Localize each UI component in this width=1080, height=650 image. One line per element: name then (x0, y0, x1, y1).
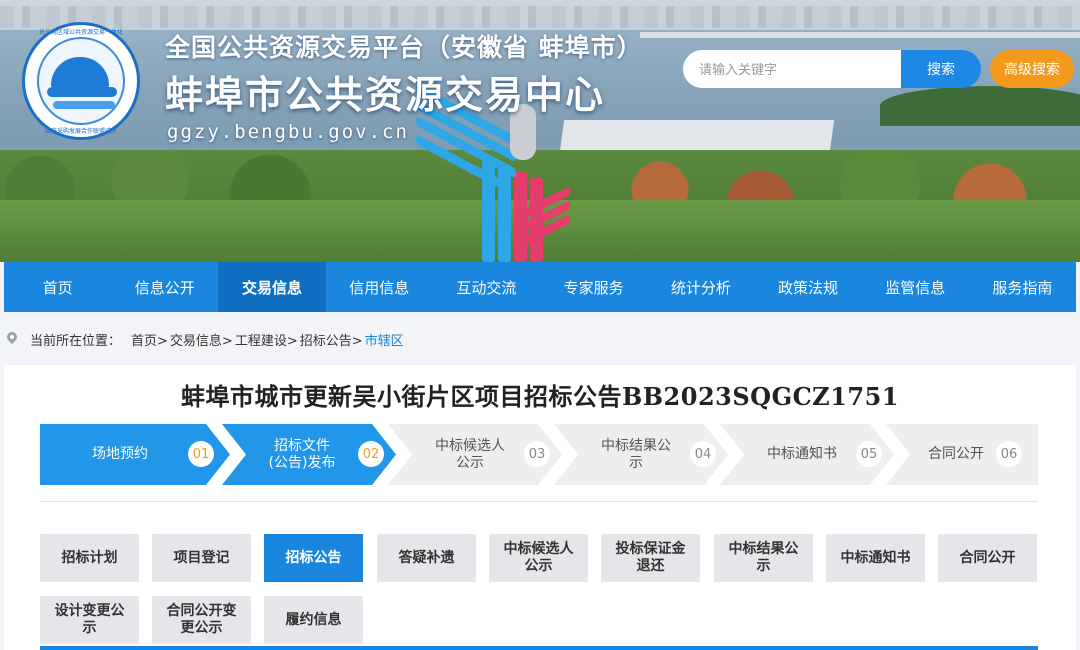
step-4-label-line1: 中标结果公 (601, 437, 671, 454)
tab-label: 项目登记 (173, 549, 230, 566)
main-nav: 首页 信息公开 交易信息 信用信息 互动交流 专家服务 统计分析 政策法规 监管… (4, 262, 1076, 312)
breadcrumb: 当前所在位置： 首页> 交易信息> 工程建设> 招标公告> 市辖区 (4, 322, 406, 356)
step-2-label-line2: (公告)发布 (268, 454, 336, 471)
nav-item-credit-info[interactable]: 信用信息 (326, 262, 433, 312)
site-title: 蚌埠市公共资源交易中心 (165, 73, 606, 117)
step-2-number: 02 (358, 441, 384, 467)
tab-bottom-border (40, 646, 1038, 650)
breadcrumb-prefix: 当前所在位置： (30, 333, 122, 349)
location-pin-icon (6, 332, 20, 346)
tab-label-line2: 退还 (636, 558, 665, 574)
page-title: 蚌埠市城市更新吴小街片区项目招标公告BB2023SQGCZ1751 (180, 382, 900, 411)
step-5-number: 05 (856, 441, 882, 467)
tab-project-registration[interactable]: 项目登记 (152, 534, 251, 582)
search-button[interactable]: 搜索 (901, 50, 981, 88)
process-step-labels: 场地预约 01 招标文件 (公告)发布 02 中标候选人 公示 03 中标结果公… (40, 424, 1038, 485)
nav-item-supervision[interactable]: 监管信息 (862, 262, 969, 312)
logo-text-bottom: 政府采购发展合作联盟成员 (44, 128, 117, 135)
logo-emblem (37, 37, 125, 125)
tab-label: 答疑补遗 (398, 549, 455, 566)
nav-item-expert-service[interactable]: 专家服务 (540, 262, 647, 312)
nav-item-statistics[interactable]: 统计分析 (647, 262, 754, 312)
nav-item-service-guide[interactable]: 服务指南 (969, 262, 1076, 312)
tab-candidate-notice[interactable]: 中标候选人 公示 (489, 534, 588, 582)
site-logo[interactable]: 长三角区域公共资源交易一体化 政府采购发展合作联盟成员 (22, 22, 140, 140)
step-5-label: 中标通知书 (767, 446, 837, 462)
tree-island (880, 86, 1080, 126)
tab-label: 履约信息 (285, 611, 342, 628)
step-candidate-notice: 中标候选人 公示 03 (388, 424, 550, 485)
blue-red-sculpture (410, 83, 580, 262)
site-url: ggzy.bengbu.gov.cn (167, 121, 409, 143)
breadcrumb-tender-notice[interactable]: 招标公告> (300, 330, 363, 349)
nav-item-info-disclosure[interactable]: 信息公开 (111, 262, 218, 312)
step-result-notice: 中标结果公 示 04 (554, 424, 716, 485)
step-3-label-line2: 公示 (456, 454, 484, 471)
content-card: 蚌埠市城市更新吴小街片区项目招标公告BB2023SQGCZ1751 场地预约 0… (4, 365, 1076, 650)
nav-item-home[interactable]: 首页 (4, 262, 111, 312)
step-venue-booking: 场地预约 01 (40, 424, 214, 485)
site-subtitle: 全国公共资源交易平台（安徽省 蚌埠市） (165, 33, 643, 62)
tab-label: 招标公告 (285, 549, 342, 566)
tab-award-letter[interactable]: 中标通知书 (826, 534, 925, 582)
tab-label-line1: 合同公开变 (166, 603, 237, 619)
step-3-number: 03 (524, 441, 550, 467)
step-award-letter: 中标通知书 05 (720, 424, 882, 485)
step-contract-disclosure: 合同公开 06 (886, 424, 1038, 485)
logo-text-top: 长三角区域公共资源交易一体化 (38, 29, 123, 36)
breadcrumb-home[interactable]: 首页> (131, 330, 168, 349)
city-skyline (0, 6, 1080, 28)
tab-tender-notice[interactable]: 招标公告 (264, 534, 363, 582)
section-divider (40, 501, 1038, 502)
tab-label-line2: 示 (82, 620, 97, 636)
tab-label: 中标通知书 (840, 549, 911, 566)
tab-label-line1: 设计变更公 (54, 603, 125, 619)
header-banner: 长三角区域公共资源交易一体化 政府采购发展合作联盟成员 全国公共资源交易平台（安… (0, 0, 1080, 262)
tab-label: 招标计划 (61, 549, 118, 566)
tab-label: 合同公开 (959, 549, 1016, 566)
tab-label-line1: 中标候选人 (503, 541, 574, 557)
step-4-label-line2: 示 (629, 454, 643, 471)
breadcrumb-engineering[interactable]: 工程建设> (235, 330, 298, 349)
step-4-number: 04 (690, 441, 716, 467)
tab-tender-plan[interactable]: 招标计划 (40, 534, 139, 582)
step-6-number: 06 (996, 441, 1022, 467)
tab-result-notice[interactable]: 中标结果公 示 (714, 534, 813, 582)
tab-contract-change-notice[interactable]: 合同公开变 更公示 (152, 596, 251, 644)
breadcrumb-trade-info[interactable]: 交易信息> (170, 330, 233, 349)
search-input[interactable] (683, 50, 901, 88)
breadcrumb-current[interactable]: 市辖区 (365, 330, 404, 349)
nav-item-policy[interactable]: 政策法规 (754, 262, 861, 312)
step-6-label: 合同公开 (928, 446, 984, 462)
tab-contract-disclosure[interactable]: 合同公开 (938, 534, 1037, 582)
tab-label-line1: 中标结果公 (728, 541, 799, 557)
bridge (640, 32, 1080, 38)
tab-label-line2: 示 (756, 558, 771, 574)
tab-label-line1: 投标保证金 (615, 541, 686, 557)
tab-label-line2: 公示 (524, 558, 553, 574)
advanced-search-button[interactable]: 高级搜索 (990, 50, 1074, 88)
tab-deposit-refund[interactable]: 投标保证金 退还 (601, 534, 700, 582)
nav-item-interaction[interactable]: 互动交流 (433, 262, 540, 312)
nav-item-trade-info[interactable]: 交易信息 (218, 262, 326, 312)
tab-label-line2: 更公示 (180, 620, 223, 636)
tab-performance-info[interactable]: 履约信息 (264, 596, 363, 644)
step-1-label: 场地预约 (92, 446, 148, 462)
step-3-label-line1: 中标候选人 (435, 437, 505, 454)
step-2-label-line1: 招标文件 (274, 437, 330, 454)
tab-qa-supplement[interactable]: 答疑补遗 (377, 534, 476, 582)
step-tender-publish: 招标文件 (公告)发布 02 (222, 424, 384, 485)
step-1-number: 01 (188, 441, 214, 467)
tab-design-change-notice[interactable]: 设计变更公 示 (40, 596, 139, 644)
